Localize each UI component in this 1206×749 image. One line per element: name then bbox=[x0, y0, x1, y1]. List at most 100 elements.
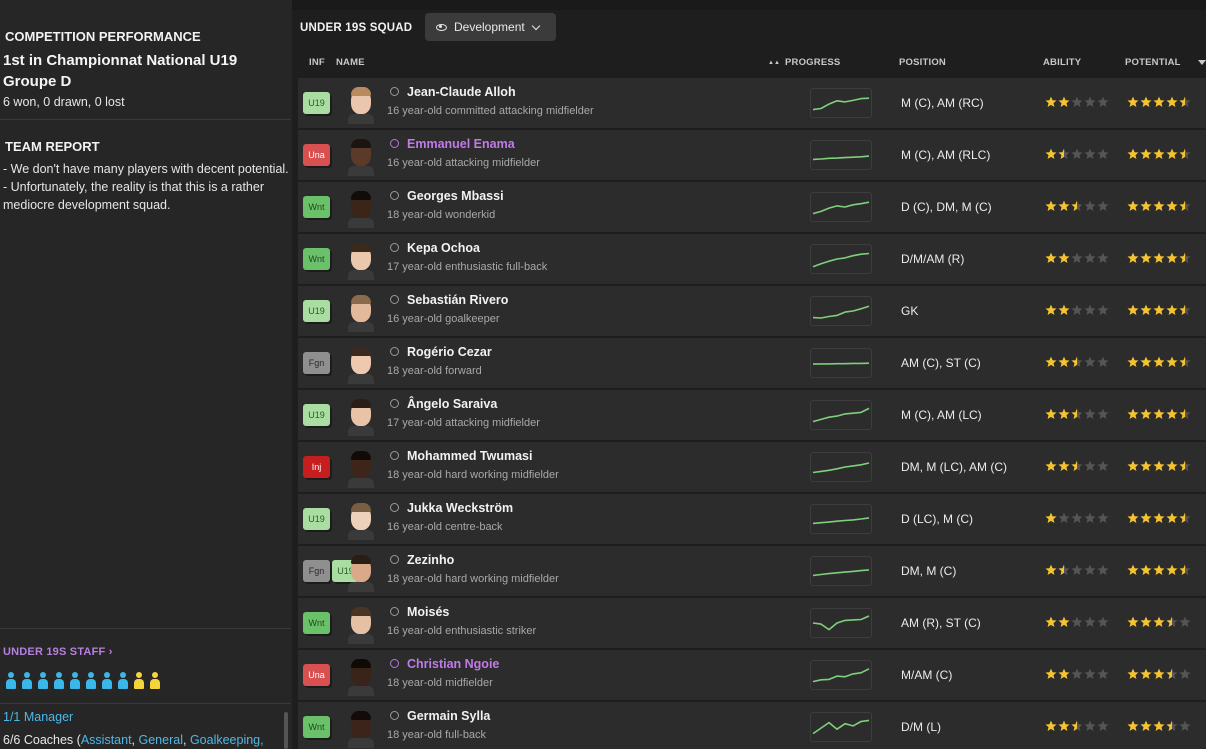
potential-star-icon bbox=[1179, 512, 1191, 524]
ability-star-icon bbox=[1071, 668, 1083, 680]
progress-sparkline[interactable] bbox=[810, 400, 872, 430]
progress-sparkline[interactable] bbox=[810, 296, 872, 326]
ability-star-icon bbox=[1071, 200, 1083, 212]
ability-star-icon bbox=[1084, 720, 1096, 732]
player-name[interactable]: Sebastián Rivero bbox=[407, 293, 508, 307]
player-description: 16 year-old goalkeeper bbox=[387, 313, 500, 325]
progress-sparkline[interactable] bbox=[810, 556, 872, 586]
player-row[interactable]: Wnt Moisés 16 year-old enthusiastic strike… bbox=[298, 598, 1206, 648]
player-description: 16 year-old committed attacking midfield… bbox=[387, 105, 594, 117]
potential-star-icon bbox=[1166, 668, 1178, 680]
sort-descending-icon[interactable] bbox=[1198, 60, 1206, 65]
player-info-badge[interactable]: Wnt bbox=[303, 196, 330, 218]
potential-rating bbox=[1127, 512, 1191, 524]
coach-link-general[interactable]: General bbox=[139, 733, 183, 747]
staff-icons bbox=[5, 672, 161, 689]
potential-star-icon bbox=[1179, 200, 1191, 212]
player-info-badge[interactable]: Fgn bbox=[303, 560, 330, 582]
view-dropdown[interactable]: Development bbox=[425, 13, 556, 41]
progress-sparkline[interactable] bbox=[810, 192, 872, 222]
player-name[interactable]: Georges Mbassi bbox=[407, 189, 504, 203]
player-row[interactable]: U19 Sebastián Rivero 16 year-old goalkeepe… bbox=[298, 286, 1206, 336]
player-info-badge[interactable]: U19 bbox=[303, 92, 330, 114]
player-position: DM, M (C) bbox=[901, 564, 957, 578]
progress-sparkline[interactable] bbox=[810, 244, 872, 274]
progress-sparkline[interactable] bbox=[810, 452, 872, 482]
progress-sparkline[interactable] bbox=[810, 608, 872, 638]
player-info-badge[interactable]: Wnt bbox=[303, 716, 330, 738]
player-face-icon bbox=[348, 139, 374, 176]
player-info-badge[interactable]: Una bbox=[303, 664, 330, 686]
progress-sparkline[interactable] bbox=[810, 504, 872, 534]
player-name[interactable]: Christian Ngoie bbox=[407, 657, 499, 671]
player-info-badge[interactable]: Wnt bbox=[303, 612, 330, 634]
player-row[interactable]: U19 Jukka Weckström 16 year-old centre-bac… bbox=[298, 494, 1206, 544]
player-row[interactable]: Una Emmanuel Enama 16 year-old attacking m… bbox=[298, 130, 1206, 180]
player-row[interactable]: Wnt Kepa Ochoa 17 year-old enthusiastic fu… bbox=[298, 234, 1206, 284]
player-info-badge[interactable]: U19 bbox=[303, 508, 330, 530]
ability-star-icon bbox=[1045, 200, 1057, 212]
player-name[interactable]: Mohammed Twumasi bbox=[407, 449, 532, 463]
player-name[interactable]: Ângelo Saraiva bbox=[407, 397, 497, 411]
column-header-ability[interactable]: ABILITY bbox=[1043, 57, 1081, 68]
player-row[interactable]: Wnt Georges Mbassi 18 year-old wonderkid D … bbox=[298, 182, 1206, 232]
column-header-potential[interactable]: POTENTIAL bbox=[1125, 57, 1181, 68]
ability-star-icon bbox=[1058, 200, 1070, 212]
player-info-badge[interactable]: Fgn bbox=[303, 352, 330, 374]
player-position: D/M/AM (R) bbox=[901, 252, 965, 266]
player-row[interactable]: U19 Ângelo Saraiva 17 year-old attacking m… bbox=[298, 390, 1206, 440]
potential-star-icon bbox=[1153, 564, 1165, 576]
player-name[interactable]: Kepa Ochoa bbox=[407, 241, 480, 255]
player-row[interactable]: U19 Jean-Claude Alloh 16 year-old committe… bbox=[298, 78, 1206, 128]
column-header-name[interactable]: NAME bbox=[336, 57, 365, 68]
column-header-progress[interactable]: PROGRESS bbox=[785, 57, 840, 68]
player-name[interactable]: Jean-Claude Alloh bbox=[407, 85, 516, 99]
player-row[interactable]: Una Christian Ngoie 18 year-old midfielder… bbox=[298, 650, 1206, 700]
player-info-badge[interactable]: U19 bbox=[303, 300, 330, 322]
player-face-icon bbox=[348, 607, 374, 644]
player-description: 18 year-old wonderkid bbox=[387, 209, 496, 221]
progress-sparkline[interactable] bbox=[810, 712, 872, 742]
player-position: AM (C), ST (C) bbox=[901, 356, 981, 370]
player-row[interactable]: Inj Mohammed Twumasi 18 year-old hard work… bbox=[298, 442, 1206, 492]
player-info-badge[interactable]: Inj bbox=[303, 456, 330, 478]
progress-sparkline[interactable] bbox=[810, 348, 872, 378]
ability-star-icon bbox=[1084, 408, 1096, 420]
ability-star-icon bbox=[1045, 304, 1057, 316]
left-scrollbar[interactable] bbox=[284, 712, 288, 749]
potential-star-icon bbox=[1179, 564, 1191, 576]
player-name[interactable]: Moisés bbox=[407, 605, 449, 619]
ability-rating bbox=[1045, 616, 1109, 628]
player-name[interactable]: Germain Sylla bbox=[407, 709, 490, 723]
manager-link[interactable]: 1/1 Manager bbox=[3, 710, 73, 724]
potential-rating bbox=[1127, 720, 1191, 732]
potential-star-icon bbox=[1140, 564, 1152, 576]
player-name[interactable]: Rogério Cezar bbox=[407, 345, 492, 359]
ability-star-icon bbox=[1058, 304, 1070, 316]
player-name[interactable]: Jukka Weckström bbox=[407, 501, 513, 515]
player-row[interactable]: Fgn U19 Zezinho 18 year-old hard working mi… bbox=[298, 546, 1206, 596]
potential-star-icon bbox=[1179, 96, 1191, 108]
coach-link-goalkeeping[interactable]: Goalkeeping, bbox=[190, 733, 264, 747]
column-header-inf[interactable]: INF bbox=[309, 57, 325, 68]
coach-link-assistant[interactable]: Assistant bbox=[81, 733, 132, 747]
ability-star-icon bbox=[1084, 96, 1096, 108]
progress-sparkline[interactable] bbox=[810, 140, 872, 170]
progress-sparkline[interactable] bbox=[810, 88, 872, 118]
column-header-position[interactable]: POSITION bbox=[899, 57, 946, 68]
player-face-icon bbox=[348, 243, 374, 280]
player-name[interactable]: Zezinho bbox=[407, 553, 454, 567]
player-info-badge[interactable]: Una bbox=[303, 144, 330, 166]
ability-star-icon bbox=[1084, 148, 1096, 160]
player-info-badge[interactable]: Wnt bbox=[303, 248, 330, 270]
potential-star-icon bbox=[1127, 356, 1139, 368]
player-row[interactable]: Fgn Rogério Cezar 18 year-old forward AM (C… bbox=[298, 338, 1206, 388]
player-name[interactable]: Emmanuel Enama bbox=[407, 137, 515, 151]
progress-sparkline[interactable] bbox=[810, 660, 872, 690]
player-info-badge[interactable]: U19 bbox=[303, 404, 330, 426]
potential-star-icon bbox=[1140, 720, 1152, 732]
potential-star-icon bbox=[1127, 200, 1139, 212]
staff-person-icon bbox=[117, 672, 129, 689]
player-row[interactable]: Wnt Germain Sylla 18 year-old full-back D/M… bbox=[298, 702, 1206, 749]
staff-link[interactable]: UNDER 19S STAFF › bbox=[3, 646, 113, 658]
